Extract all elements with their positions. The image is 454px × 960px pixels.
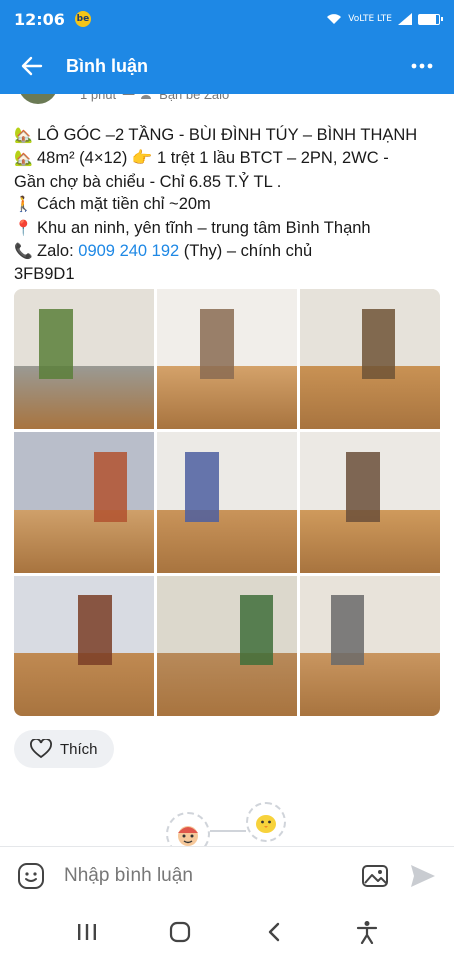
system-nav-bar (0, 904, 454, 960)
post-line-text: Gần chợ bà chiểu - Chỉ 6.85 T.Ỷ TL . (14, 172, 282, 191)
photo-floor (157, 509, 297, 573)
status-time: 12:06 (14, 9, 65, 29)
contact-suffix: (Thy) – chính chủ (179, 242, 313, 261)
photo-detail (330, 595, 365, 666)
app-bar: Bình luận (0, 38, 454, 94)
post-contact-line: 📞 Zalo: 0909 240 192 (Thy) – chính chủ (14, 240, 440, 263)
photo-room-glass-door[interactable] (300, 289, 440, 430)
kid-sticker-icon (178, 826, 198, 846)
photo-street-exterior[interactable] (14, 289, 154, 430)
arrow-left-icon (21, 56, 43, 76)
sticker-suggestions (160, 800, 300, 856)
photo-living-stairs[interactable] (157, 289, 297, 430)
photo-bedroom-window[interactable] (157, 432, 297, 573)
like-label: Thích (60, 740, 98, 758)
phone-link[interactable]: 0909 240 192 (78, 242, 179, 260)
send-button[interactable] (408, 861, 438, 891)
chick-sticker-icon (256, 815, 276, 833)
photo-floor (157, 652, 297, 716)
photo-detail (200, 308, 234, 379)
recent-apps-button[interactable] (67, 912, 107, 952)
photo-window-grille[interactable] (300, 575, 440, 716)
post-line-text: 48m² (4×12) 👉 1 trệt 1 lầu BTCT – 2PN, 2… (37, 149, 389, 168)
house-icon: 🏡 (14, 150, 33, 168)
more-dots-icon (411, 63, 433, 69)
image-icon (362, 864, 388, 887)
comment-bar: Nhập bình luận (0, 846, 454, 904)
phone-icon: 📞 (14, 243, 33, 261)
walking-icon: 🚶 (14, 196, 33, 214)
photo-grid (14, 289, 440, 716)
smiley-icon (18, 862, 44, 889)
photo-wall (14, 432, 154, 510)
photo-detail (239, 595, 274, 666)
photo-wall (157, 432, 297, 510)
post-line: Gần chợ bà chiểu - Chỉ 6.85 T.Ỷ TL . (14, 171, 440, 193)
sticker-connector (210, 830, 246, 832)
more-options-button[interactable] (406, 50, 438, 82)
network-label: VoLTE LTE (348, 14, 392, 24)
photo-floor (300, 652, 440, 716)
recents-icon (77, 924, 96, 940)
photo-floor (14, 509, 154, 573)
house-icon: 🏡 (14, 127, 33, 144)
photo-backyard-plants[interactable] (157, 575, 297, 716)
send-icon (411, 864, 435, 887)
page-title: Bình luận (66, 55, 148, 76)
status-bar: 12:06 be VoLTE LTE (0, 0, 454, 38)
contact-prefix: Zalo: (37, 242, 79, 261)
photo-wall (14, 289, 154, 367)
home-icon (170, 921, 191, 943)
location-pin-icon: 📍 (14, 219, 33, 237)
signal-icon (398, 13, 412, 25)
photo-wall (157, 575, 297, 653)
emoji-button[interactable] (16, 861, 46, 891)
heart-icon (30, 739, 52, 759)
attach-image-button[interactable] (360, 861, 390, 891)
post-line-text: LÔ GÓC –2 TẦNG - BÙI ĐÌNH TÚY – BÌNH THẠ… (37, 126, 418, 144)
post-line: 📍 Khu an ninh, yên tĩnh – trung tâm Bình … (14, 217, 440, 240)
post-line: 🏡 48m² (4×12) 👉 1 trệt 1 lầu BTCT – 2PN, … (14, 147, 440, 170)
wifi-icon (327, 14, 342, 24)
post-content: 🏡 LÔ GÓC –2 TẦNG - BÙI ĐÌNH TÚY – BÌNH TH… (14, 124, 440, 286)
post-code: 3FB9D1 (14, 265, 75, 284)
photo-detail (93, 451, 128, 523)
photo-detail (346, 451, 380, 523)
photo-detail (185, 451, 219, 523)
post-line-text: Khu an ninh, yên tĩnh – trung tâm Bình T… (37, 218, 371, 237)
nav-back-button[interactable] (254, 912, 294, 952)
photo-detail (361, 308, 396, 379)
photo-kitchen-cabinets[interactable] (14, 575, 154, 716)
photo-detail (78, 595, 112, 666)
post-line-text: Cách mặt tiền chỉ ~20m (37, 195, 211, 214)
post-line: 🏡 LÔ GÓC –2 TẦNG - BÙI ĐÌNH TÚY – BÌNH TH… (14, 124, 440, 147)
photo-floor (14, 366, 154, 430)
like-button[interactable]: Thích (14, 730, 114, 768)
app-badge-icon: be (74, 11, 91, 27)
back-button[interactable] (16, 50, 48, 82)
accessibility-button[interactable] (347, 912, 387, 952)
status-indicators: VoLTE LTE (326, 13, 443, 25)
photo-kitchen-brick[interactable] (14, 432, 154, 573)
post-line: 🚶 Cách mặt tiền chỉ ~20m (14, 193, 440, 216)
photo-detail (39, 308, 73, 379)
accessibility-icon (357, 921, 378, 944)
comment-input[interactable]: Nhập bình luận (64, 865, 360, 887)
photo-wall (300, 575, 440, 653)
photo-room-door[interactable] (300, 432, 440, 573)
battery-level (419, 14, 436, 24)
battery-icon (418, 13, 443, 25)
chevron-left-icon (268, 922, 279, 942)
home-button[interactable] (160, 912, 200, 952)
sticker-chick[interactable] (246, 802, 286, 842)
